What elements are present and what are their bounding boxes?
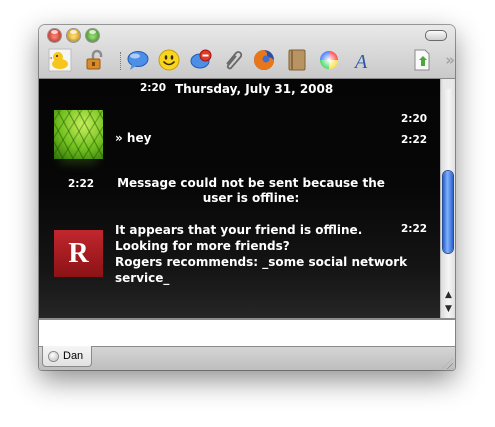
scroll-down-arrow-icon[interactable]: ▼ [441, 302, 455, 316]
minimize-button[interactable] [67, 29, 80, 42]
tab-bar: Dan [39, 346, 455, 370]
scroll-track-top [443, 79, 453, 89]
color-wheel-icon[interactable] [316, 47, 342, 73]
firefox-icon[interactable] [251, 47, 277, 73]
toolbar-overflow-button[interactable]: » [445, 51, 455, 69]
resize-grip-icon[interactable] [442, 358, 453, 369]
address-book-icon[interactable] [284, 47, 310, 73]
title-bar: A » [39, 25, 455, 79]
zoom-button[interactable] [86, 29, 99, 42]
auto-reply-time: 2:22 [401, 223, 428, 235]
duck-icon[interactable] [47, 47, 73, 73]
rogers-avatar: R [54, 230, 103, 277]
status-dot-icon [49, 351, 58, 361]
contact-avatar [54, 110, 103, 159]
chat-window: A » 2:20 Thursday, July 31, 2008 2:20 » … [39, 25, 455, 370]
auto-reply-line-1: It appears that your friend is offline. [115, 223, 363, 237]
auto-reply-line-4: service_ [115, 271, 170, 285]
padlock-icon[interactable] [82, 47, 108, 73]
close-button[interactable] [48, 29, 61, 42]
toolbar-separator [120, 52, 122, 70]
speech-bubble-icon[interactable] [125, 47, 151, 73]
tab-label: Dan [63, 350, 84, 362]
auto-reply-line-2: Looking for more friends? [115, 239, 290, 253]
block-user-icon[interactable] [188, 47, 214, 73]
paperclip-icon[interactable] [220, 47, 246, 73]
message-time: 2:22 [401, 134, 428, 146]
tab-dan[interactable]: Dan [42, 346, 92, 367]
document-icon[interactable] [409, 47, 435, 73]
scroll-thumb[interactable] [443, 171, 453, 253]
scroll-up-arrow-icon[interactable]: ▲ [441, 288, 455, 302]
smiley-icon[interactable] [156, 47, 182, 73]
message-text: » hey [115, 131, 152, 145]
status-time: 2:22 [68, 178, 95, 190]
date-separator-label: Thursday, July 31, 2008 [175, 82, 334, 96]
status-message: Message could not be sent because the us… [117, 176, 385, 205]
message-time-top: 2:20 [401, 113, 428, 125]
font-icon[interactable]: A [349, 47, 375, 73]
log-scrollbar[interactable]: ▲ ▼ [440, 79, 455, 318]
auto-reply-line-3: Rogers recommends: _some social network [115, 255, 408, 269]
message-log: 2:20 Thursday, July 31, 2008 2:20 » hey … [39, 79, 440, 318]
rogers-logo: R [68, 237, 89, 269]
toolbar-toggle-button[interactable] [425, 30, 447, 41]
svg-text:A: A [353, 51, 368, 72]
date-separator-time: 2:20 [140, 82, 167, 94]
